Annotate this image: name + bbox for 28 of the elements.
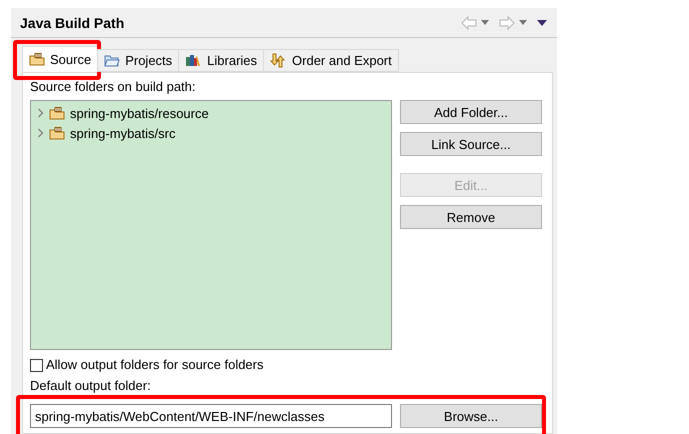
forward-arrow-icon[interactable] <box>499 16 515 30</box>
section-label: Source folders on build path: <box>30 79 196 95</box>
tab[interactable]: Order and Export <box>263 49 399 72</box>
package-folder-icon <box>49 126 65 140</box>
dropdown-caret-icon[interactable] <box>481 20 489 25</box>
action-button[interactable]: Link Source... <box>400 132 542 156</box>
tree-item[interactable]: spring-mybatis/resource <box>70 106 209 120</box>
panel-title: Java Build Path <box>20 14 124 30</box>
package-folder-icon <box>29 53 45 66</box>
field-label: Default output folder: <box>30 378 151 394</box>
checkbox-label: Allow output folders for source folders <box>46 357 264 373</box>
checkbox[interactable] <box>30 358 43 372</box>
view-menu-icon[interactable] <box>537 20 547 26</box>
browse-button[interactable]: Browse... <box>400 404 542 428</box>
books-icon <box>185 54 202 67</box>
back-arrow-icon[interactable] <box>461 16 477 30</box>
tab[interactable]: Libraries <box>178 49 264 72</box>
tree-item[interactable]: spring-mybatis/src <box>70 126 176 140</box>
action-button[interactable]: Add Folder... <box>400 100 542 124</box>
action-button: Edit... <box>400 173 542 197</box>
action-button[interactable]: Remove <box>400 205 542 229</box>
tab[interactable]: Projects <box>97 49 180 72</box>
dropdown-caret-icon[interactable] <box>519 20 527 25</box>
folder-icon <box>104 54 120 67</box>
tab[interactable]: Source <box>22 46 98 72</box>
up-down-arrows-icon <box>270 53 288 68</box>
package-folder-icon <box>49 106 65 120</box>
output-folder-field[interactable]: spring-mybatis/WebContent/WEB-INF/newclasses <box>30 404 392 428</box>
